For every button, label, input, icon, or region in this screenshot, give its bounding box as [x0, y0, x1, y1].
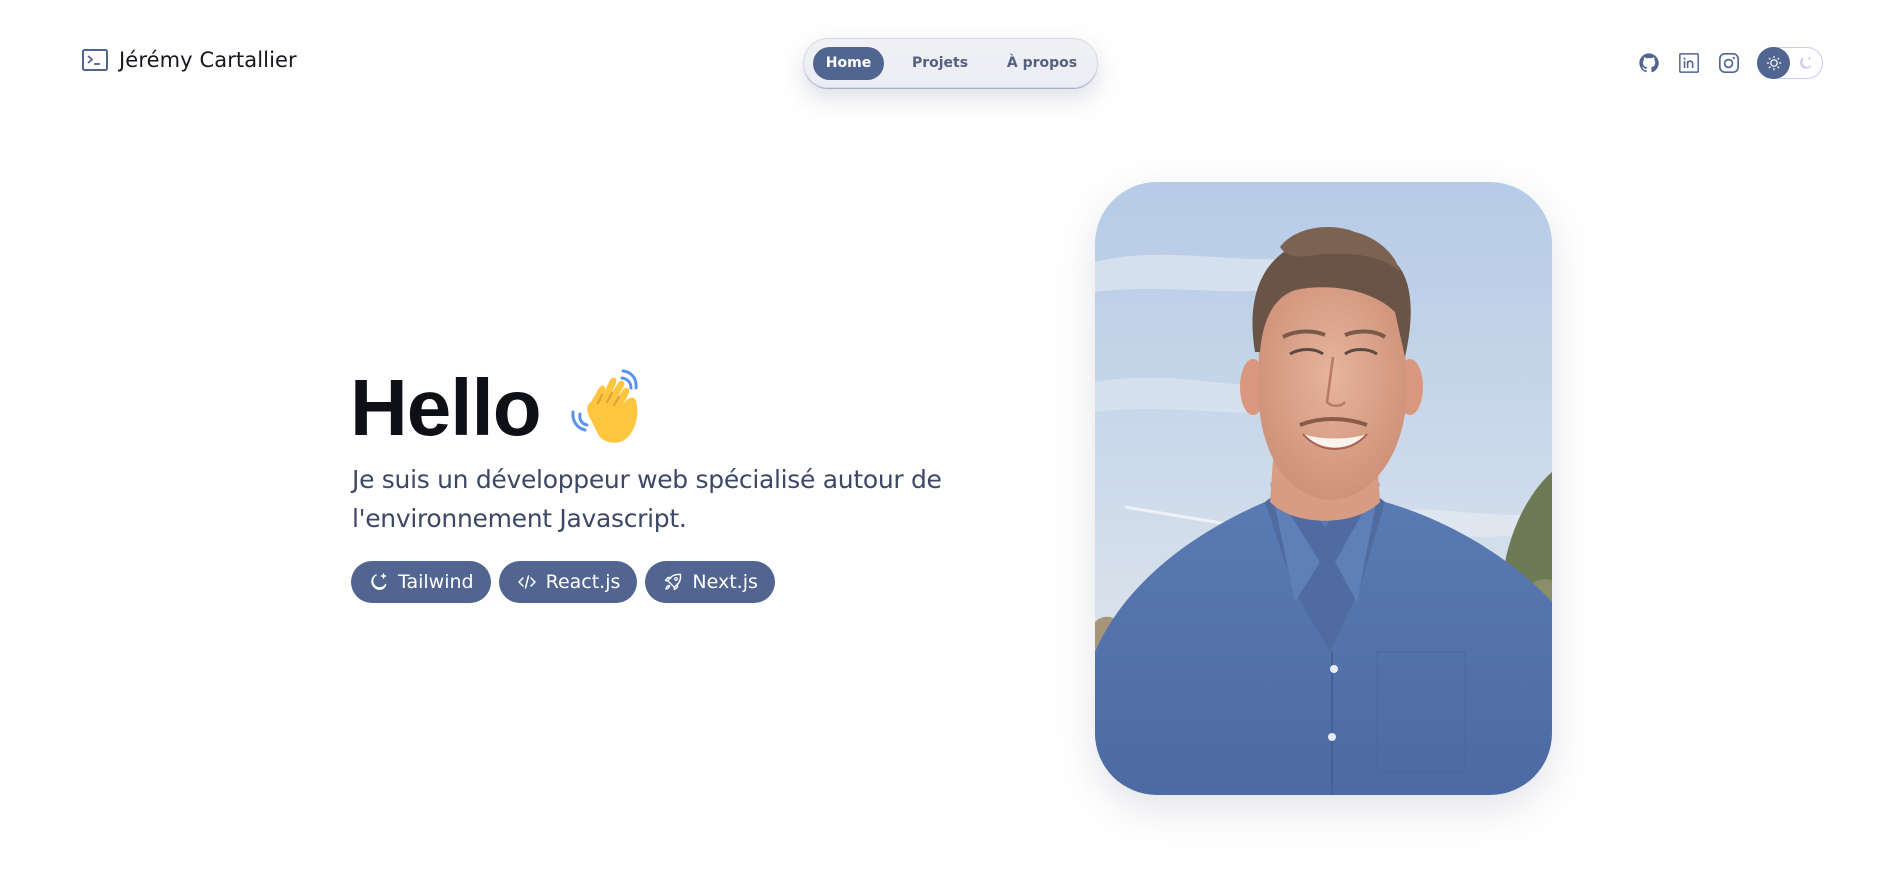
site-name: Jérémy Cartallier: [119, 48, 297, 72]
hero-heading: Hello: [350, 368, 653, 448]
theme-toggle[interactable]: [1757, 47, 1823, 79]
hero-subtitle: Je suis un développeur web spécialisé au…: [352, 465, 942, 533]
toggle-knob: [1757, 47, 1790, 79]
profile-photo: [1095, 182, 1552, 795]
badge-next[interactable]: Next.js: [645, 561, 775, 603]
terminal-icon: [82, 49, 108, 71]
badge-tailwind[interactable]: Tailwind: [351, 561, 491, 603]
main-nav: Home Projets À propos: [803, 38, 1098, 88]
badge-label: Next.js: [692, 571, 758, 593]
moon-stars-icon: [371, 573, 387, 590]
linkedin-icon[interactable]: [1678, 52, 1700, 74]
github-icon[interactable]: [1638, 52, 1660, 74]
portrait-image: [1095, 182, 1552, 795]
nav-projets[interactable]: Projets: [884, 47, 996, 80]
badge-label: React.js: [545, 571, 621, 593]
badge-react[interactable]: React.js: [498, 561, 638, 603]
social-links: [1638, 52, 1740, 74]
rocket-icon: [665, 573, 682, 591]
instagram-icon[interactable]: [1718, 52, 1740, 74]
nav-a-propos[interactable]: À propos: [996, 47, 1088, 80]
site-logo[interactable]: Jérémy Cartallier: [82, 48, 297, 72]
sun-icon: [1766, 55, 1781, 71]
waving-hand-icon: [570, 369, 638, 443]
code-icon: [517, 575, 536, 589]
nav-home[interactable]: Home: [813, 46, 884, 80]
badge-label: Tailwind: [398, 571, 474, 593]
moon-icon: [1800, 57, 1812, 69]
hero-title: Hello: [350, 363, 542, 452]
tech-badges: Tailwind React.js Next.js: [351, 561, 775, 603]
